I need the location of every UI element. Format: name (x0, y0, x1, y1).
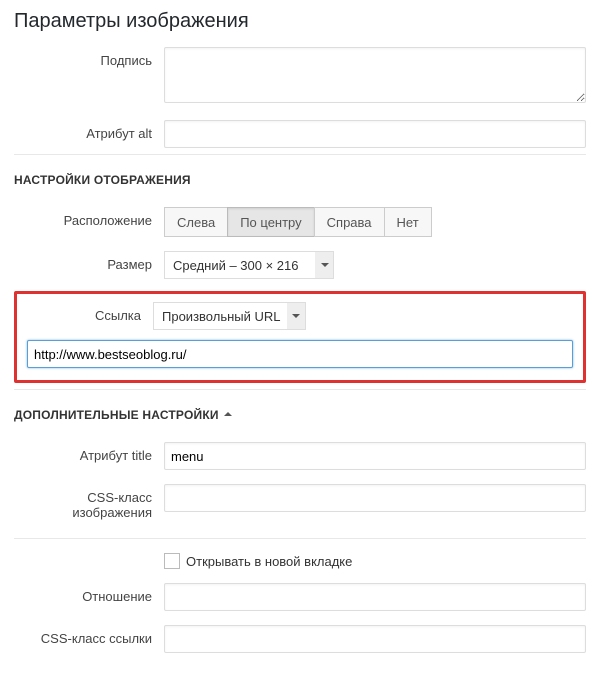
size-select-value: Средний – 300 × 216 (173, 258, 315, 273)
size-select[interactable]: Средний – 300 × 216 (164, 251, 334, 279)
size-label: Размер (14, 251, 164, 272)
align-center-button[interactable]: По центру (227, 207, 314, 237)
caption-label: Подпись (14, 47, 164, 68)
divider (14, 154, 586, 155)
new-tab-checkbox[interactable] (164, 553, 180, 569)
caption-input[interactable] (164, 47, 586, 103)
link-highlight-box: Ссылка Произвольный URL (14, 291, 586, 383)
link-type-select-value: Произвольный URL (162, 309, 287, 324)
css-image-label: CSS-класс изображения (14, 484, 164, 520)
align-left-button[interactable]: Слева (164, 207, 228, 237)
new-tab-label: Открывать в новой вкладке (186, 554, 352, 569)
chevron-down-icon (315, 252, 333, 278)
title-attr-input[interactable] (164, 442, 586, 470)
chevron-down-icon (287, 303, 305, 329)
align-none-button[interactable]: Нет (384, 207, 432, 237)
alt-input[interactable] (164, 120, 586, 148)
css-link-input[interactable] (164, 625, 586, 653)
divider (14, 538, 586, 539)
link-label: Ссылка (27, 302, 153, 323)
display-settings-heading: НАСТРОЙКИ ОТОБРАЖЕНИЯ (14, 163, 586, 193)
align-button-group: Слева По центру Справа Нет (164, 207, 432, 237)
page-title: Параметры изображения (14, 10, 586, 33)
css-image-input[interactable] (164, 484, 586, 512)
link-type-select[interactable]: Произвольный URL (153, 302, 306, 330)
link-url-input[interactable] (27, 340, 573, 368)
rel-label: Отношение (14, 583, 164, 604)
css-link-label: CSS-класс ссылки (14, 625, 164, 646)
align-label: Расположение (14, 207, 164, 228)
title-attr-label: Атрибут title (14, 442, 164, 463)
align-right-button[interactable]: Справа (314, 207, 385, 237)
advanced-settings-heading[interactable]: ДОПОЛНИТЕЛЬНЫЕ НАСТРОЙКИ (14, 398, 586, 428)
chevron-up-icon (223, 408, 233, 422)
divider (14, 389, 586, 390)
rel-input[interactable] (164, 583, 586, 611)
alt-label: Атрибут alt (14, 120, 164, 141)
